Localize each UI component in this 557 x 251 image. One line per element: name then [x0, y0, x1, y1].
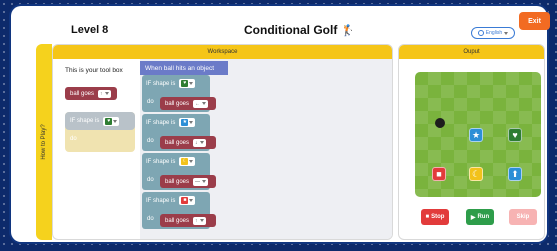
chevron-down-icon	[199, 219, 204, 222]
how-to-play-tab[interactable]: How to Play?	[36, 44, 52, 240]
ball-goes-block[interactable]: ball goes ↑	[160, 214, 216, 227]
skip-button[interactable]: Skip	[509, 209, 537, 225]
shape-select[interactable]: ♥	[103, 116, 120, 126]
shape-select[interactable]: ■	[179, 196, 196, 205]
run-label: Run	[477, 214, 490, 220]
toolbox-ball-goes-block[interactable]: ball goes ↑	[65, 87, 117, 100]
level-label: Level 8	[71, 24, 109, 36]
star-icon: ★	[471, 129, 481, 140]
chevron-down-icon	[104, 92, 109, 95]
block-label: ball goes	[165, 178, 190, 185]
shape-select[interactable]: ♥	[179, 79, 196, 88]
moon-icon: ☾	[471, 168, 481, 179]
output-panel: Ouput ★ ♥ ■ ☾ ⬆ ■ Stop ▶ Run Skip	[398, 44, 545, 240]
chevron-down-icon	[202, 180, 207, 183]
how-to-play-label: How to Play?	[41, 124, 47, 160]
code-area[interactable]: When ball hits an object IF shape is ♥ d…	[140, 59, 392, 239]
block-label: ball goes	[70, 90, 95, 97]
star-tile: ★	[469, 128, 483, 142]
shape-select[interactable]: ☾	[179, 157, 196, 166]
heart-icon: ♥	[105, 117, 113, 125]
ball-goes-block[interactable]: ball goes ↓	[160, 136, 216, 149]
ball-goes-block[interactable]: ball goes ←	[160, 97, 216, 110]
golf-board: ★ ♥ ■ ☾ ⬆	[415, 72, 541, 197]
moon-tile: ☾	[469, 167, 483, 181]
up-arrow-icon: ⬆	[511, 168, 519, 179]
skip-label: Skip	[516, 214, 530, 220]
toolbox-label: This is your tool box	[65, 67, 123, 74]
up-arrow-tile: ⬆	[508, 167, 522, 181]
square-icon: ■	[436, 168, 442, 179]
page-title: Conditional Golf 🏌	[244, 23, 355, 37]
golfer-icon: 🏌	[341, 24, 356, 37]
direction-select[interactable]: ↑	[193, 216, 206, 225]
block-label: ball goes	[165, 100, 190, 107]
do-label: do	[147, 138, 154, 144]
arrow-right-icon: —	[195, 178, 201, 185]
stop-button[interactable]: ■ Stop	[421, 209, 449, 225]
language-label: English	[485, 30, 503, 36]
golf-ball	[435, 118, 445, 128]
chevron-down-icon	[189, 160, 194, 163]
run-button[interactable]: ▶ Run	[466, 209, 494, 225]
direction-select[interactable]: ↑	[98, 89, 111, 98]
workspace-title: Workspace	[53, 45, 392, 59]
block-label: IF shape is	[70, 118, 100, 124]
heart-tile: ♥	[508, 128, 522, 142]
star-icon: ★	[181, 119, 189, 126]
chevron-down-icon	[199, 141, 204, 144]
block-label: ball goes	[165, 217, 190, 224]
stop-label: Stop	[431, 214, 445, 220]
toolbox-if-block[interactable]: IF shape is ♥ do	[65, 112, 135, 152]
chevron-down-icon	[189, 199, 194, 202]
square-tile: ■	[432, 167, 446, 181]
chevron-down-icon	[504, 31, 509, 35]
chevron-down-icon	[189, 121, 194, 124]
heart-icon: ♥	[512, 129, 518, 140]
do-label: do	[70, 136, 77, 142]
chevron-down-icon	[202, 102, 207, 105]
moon-icon: ☾	[181, 158, 189, 165]
direction-select[interactable]: —	[193, 177, 209, 186]
stop-icon: ■	[425, 214, 430, 220]
shape-select[interactable]: ★	[179, 118, 196, 127]
if-label: IF shape is	[146, 80, 176, 87]
chevron-down-icon	[113, 119, 118, 123]
if-label: IF shape is	[146, 158, 176, 165]
ball-goes-block[interactable]: ball goes —	[160, 175, 216, 188]
if-label: IF shape is	[146, 197, 176, 204]
block-label: ball goes	[165, 139, 190, 146]
square-icon: ■	[181, 197, 189, 204]
do-label: do	[147, 177, 154, 183]
language-select[interactable]: English	[471, 27, 515, 39]
output-title: Ouput	[399, 45, 544, 59]
title-text: Conditional Golf	[244, 23, 338, 37]
if-label: IF shape is	[146, 119, 176, 126]
globe-icon	[477, 30, 484, 36]
direction-select[interactable]: ↓	[193, 138, 206, 147]
do-label: do	[147, 216, 154, 222]
arrow-up-icon: ↑	[100, 90, 103, 97]
direction-select[interactable]: ←	[193, 99, 209, 108]
game-frame: Level 8 Conditional Golf 🏌 Exit English …	[11, 6, 550, 242]
play-icon: ▶	[470, 214, 476, 221]
arrow-left-icon: ←	[195, 100, 201, 107]
arrow-down-icon: ↓	[195, 139, 198, 146]
heart-icon: ♥	[181, 80, 189, 87]
arrow-up-icon: ↑	[195, 217, 198, 224]
workspace-panel: Workspace This is your tool box ball goe…	[52, 44, 393, 240]
do-label: do	[147, 99, 154, 105]
exit-button[interactable]: Exit	[519, 12, 550, 30]
chevron-down-icon	[189, 82, 194, 85]
event-block[interactable]: When ball hits an object	[140, 61, 228, 75]
